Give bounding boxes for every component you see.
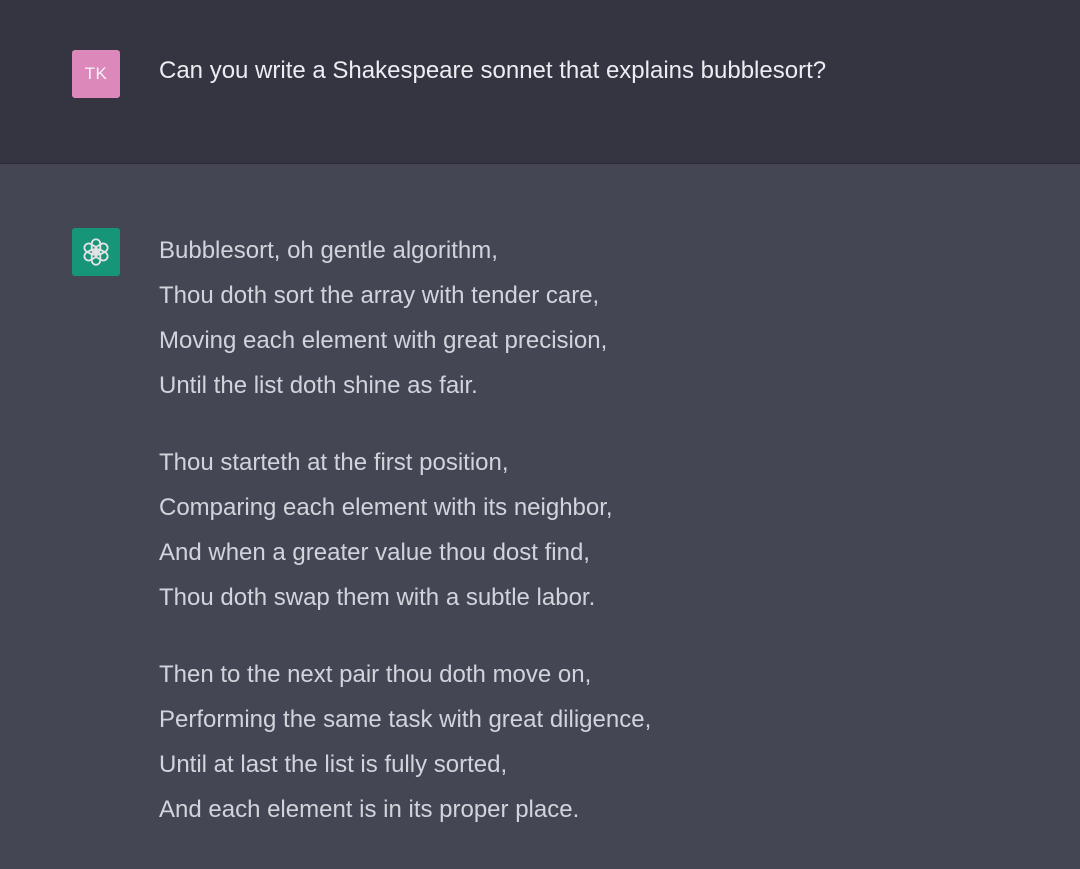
poem-line: And when a greater value thou dost find, (159, 539, 590, 566)
poem-line: And each element is in its proper place. (159, 796, 580, 823)
poem-line: Thou starteth at the first position, (159, 449, 509, 476)
openai-logo-icon (83, 238, 109, 266)
assistant-message-row: Bubblesort, oh gentle algorithm, Thou do… (0, 164, 1080, 854)
stanza: Thou starteth at the first position, Com… (159, 445, 651, 625)
assistant-response: Bubblesort, oh gentle algorithm, Thou do… (159, 233, 651, 869)
poem-line: Until at last the list is fully sorted, (159, 751, 508, 778)
stanza: Bubblesort, oh gentle algorithm, Thou do… (159, 233, 651, 413)
user-message-row: TK Can you write a Shakespeare sonnet th… (0, 0, 1080, 164)
poem-line: Comparing each element with its neighbor… (159, 494, 613, 521)
poem-line: Moving each element with great precision… (159, 327, 608, 354)
user-message-text: Can you write a Shakespeare sonnet that … (159, 57, 827, 84)
user-avatar-initials: TK (84, 64, 108, 83)
poem-line: Then to the next pair thou doth move on, (159, 661, 592, 688)
poem-line: Thou doth sort the array with tender car… (159, 282, 600, 309)
assistant-avatar (72, 228, 120, 276)
poem-line: Performing the same task with great dili… (159, 706, 652, 733)
user-avatar: TK (72, 50, 120, 98)
poem-line: Until the list doth shine as fair. (159, 372, 478, 399)
stanza: Then to the next pair thou doth move on,… (159, 657, 651, 837)
poem-line: Thou doth swap them with a subtle labor. (159, 584, 596, 611)
poem-line: Bubblesort, oh gentle algorithm, (159, 237, 498, 264)
